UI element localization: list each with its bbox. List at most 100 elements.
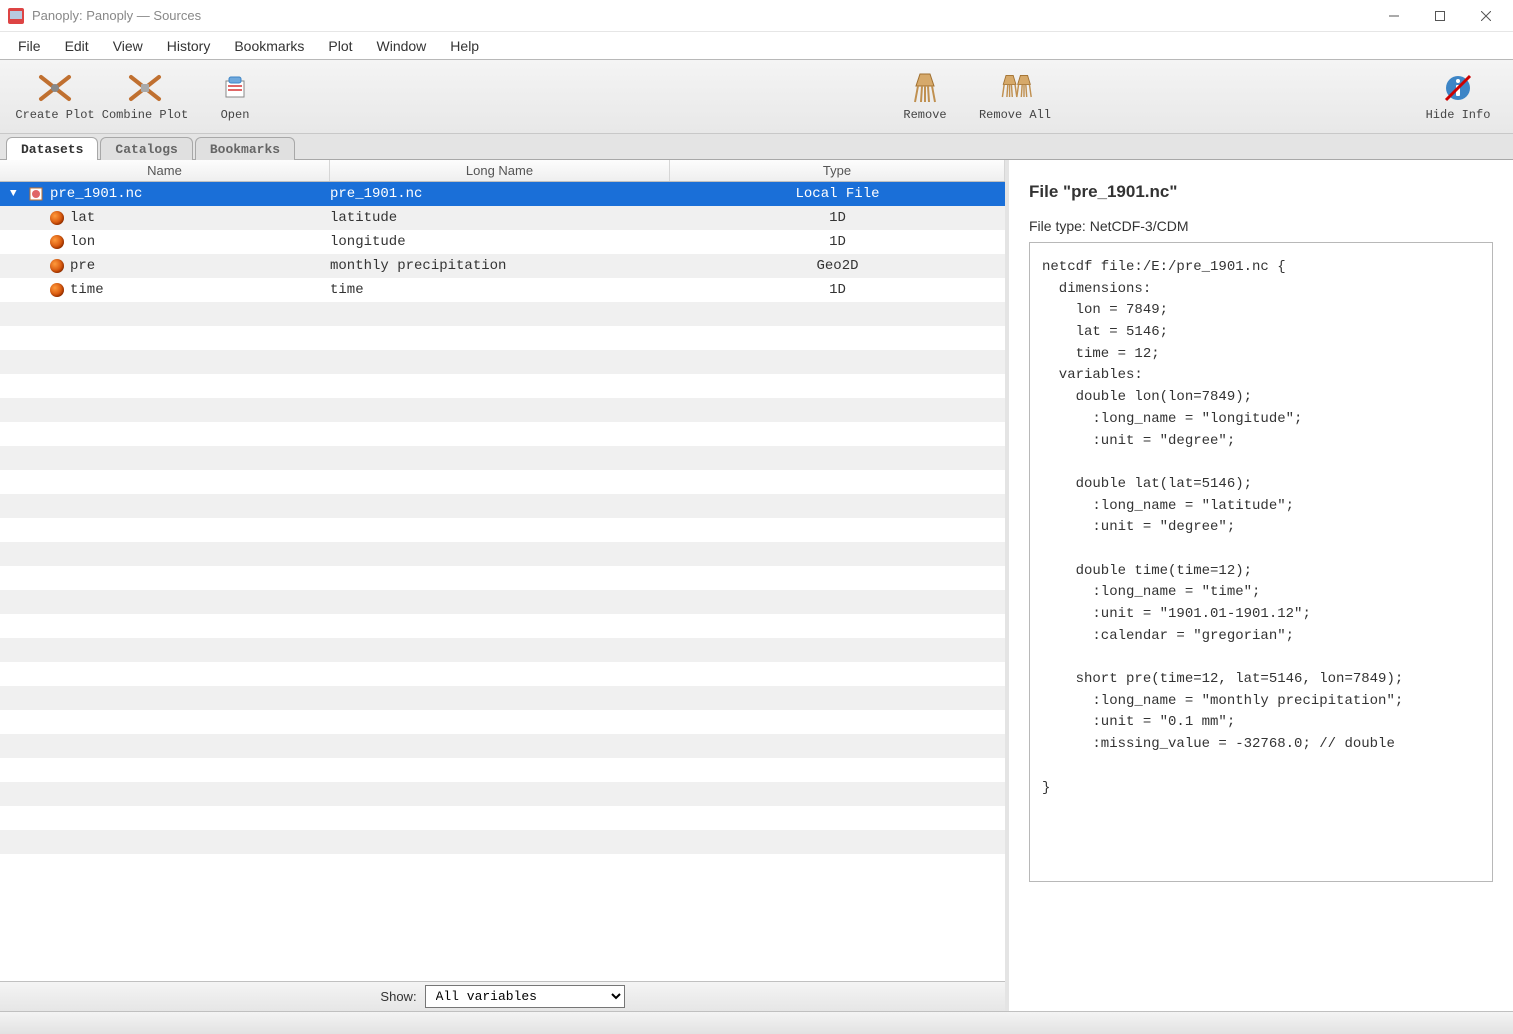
remove-all-icon bbox=[997, 72, 1033, 104]
remove-all-button[interactable]: Remove All bbox=[970, 72, 1060, 122]
file-type-line: File type: NetCDF-3/CDM bbox=[1029, 218, 1493, 234]
close-button[interactable] bbox=[1463, 0, 1509, 32]
row-long-name: monthly precipitation bbox=[330, 258, 670, 274]
table-row bbox=[0, 662, 1005, 686]
menu-help[interactable]: Help bbox=[438, 34, 491, 58]
file-type-label: File type: bbox=[1029, 218, 1090, 234]
table-row bbox=[0, 686, 1005, 710]
column-type[interactable]: Type bbox=[670, 160, 1005, 181]
tree-expand-icon[interactable]: ▼ bbox=[10, 188, 22, 200]
remove-label: Remove bbox=[903, 108, 946, 122]
maximize-button[interactable] bbox=[1417, 0, 1463, 32]
create-plot-button[interactable]: Create Plot bbox=[10, 72, 100, 122]
open-button[interactable]: Open bbox=[190, 72, 280, 122]
table-row bbox=[0, 374, 1005, 398]
row-type: 1D bbox=[670, 234, 1005, 250]
row-long-name: pre_1901.nc bbox=[330, 186, 670, 202]
menu-edit[interactable]: Edit bbox=[53, 34, 101, 58]
column-long-name[interactable]: Long Name bbox=[330, 160, 670, 181]
table-row bbox=[0, 542, 1005, 566]
table-row bbox=[0, 566, 1005, 590]
row-long-name: longitude bbox=[330, 234, 670, 250]
table-row bbox=[0, 614, 1005, 638]
menu-view[interactable]: View bbox=[101, 34, 155, 58]
row-name: lon bbox=[70, 234, 95, 250]
row-name: pre_1901.nc bbox=[50, 186, 142, 202]
table-row bbox=[0, 590, 1005, 614]
info-pane: File "pre_1901.nc" File type: NetCDF-3/C… bbox=[1009, 160, 1513, 1011]
cdl-dump[interactable]: netcdf file:/E:/pre_1901.nc { dimensions… bbox=[1029, 242, 1493, 882]
combine-plot-label: Combine Plot bbox=[102, 108, 188, 122]
row-type: 1D bbox=[670, 210, 1005, 226]
menu-window[interactable]: Window bbox=[365, 34, 439, 58]
table-row bbox=[0, 806, 1005, 830]
row-long-name: latitude bbox=[330, 210, 670, 226]
combine-plot-button[interactable]: Combine Plot bbox=[100, 72, 190, 122]
table-row[interactable]: timetime1D bbox=[0, 278, 1005, 302]
window-title: Panoply: Panoply — Sources bbox=[32, 8, 201, 23]
table-row[interactable]: ▼pre_1901.ncpre_1901.ncLocal File bbox=[0, 182, 1005, 206]
datasets-pane: Name Long Name Type ▼ pre_1901.nc pre_1901… bbox=[0, 160, 1009, 1011]
titlebar: Panoply: Panoply — Sources bbox=[0, 0, 1513, 32]
file-type-value: NetCDF-3/CDM bbox=[1090, 218, 1189, 234]
variable-icon bbox=[50, 283, 64, 297]
table-row bbox=[0, 302, 1005, 326]
file-icon bbox=[28, 186, 44, 202]
show-label: Show: bbox=[380, 989, 416, 1004]
remove-button[interactable]: Remove bbox=[880, 72, 970, 122]
table-row bbox=[0, 350, 1005, 374]
remove-all-label: Remove All bbox=[979, 108, 1051, 122]
app-icon bbox=[8, 8, 24, 24]
row-name: time bbox=[70, 282, 104, 298]
row-type: Local File bbox=[670, 186, 1005, 202]
tab-bookmarks[interactable]: Bookmarks bbox=[195, 137, 295, 160]
statusbar bbox=[0, 1011, 1513, 1034]
tab-row: Datasets Catalogs Bookmarks bbox=[0, 134, 1513, 160]
remove-icon bbox=[907, 72, 943, 104]
table-row[interactable]: lon longitude1D bbox=[0, 230, 1005, 254]
create-plot-label: Create Plot bbox=[15, 108, 94, 122]
create-plot-icon bbox=[37, 72, 73, 104]
table-row[interactable]: pre monthly precipitationGeo2D bbox=[0, 254, 1005, 278]
table-row bbox=[0, 518, 1005, 542]
table-row bbox=[0, 422, 1005, 446]
open-icon bbox=[217, 72, 253, 104]
show-select[interactable]: All variables bbox=[425, 985, 625, 1008]
hide-info-button[interactable]: Hide Info bbox=[1413, 72, 1503, 122]
info-heading: File "pre_1901.nc" bbox=[1029, 182, 1493, 202]
row-type: 1D bbox=[670, 282, 1005, 298]
tab-catalogs[interactable]: Catalogs bbox=[100, 137, 192, 160]
table-row bbox=[0, 494, 1005, 518]
menu-history[interactable]: History bbox=[155, 34, 223, 58]
combine-plot-icon bbox=[127, 72, 163, 104]
table-row bbox=[0, 638, 1005, 662]
table-row bbox=[0, 710, 1005, 734]
table-row bbox=[0, 830, 1005, 854]
column-name[interactable]: Name bbox=[0, 160, 330, 181]
menu-bookmarks[interactable]: Bookmarks bbox=[222, 34, 316, 58]
variable-icon bbox=[50, 259, 64, 273]
hide-info-icon bbox=[1440, 72, 1476, 104]
tab-datasets[interactable]: Datasets bbox=[6, 137, 98, 160]
menu-plot[interactable]: Plot bbox=[316, 34, 364, 58]
row-name: pre bbox=[70, 258, 95, 274]
table-body[interactable]: ▼pre_1901.ncpre_1901.ncLocal Filelatlati… bbox=[0, 182, 1005, 981]
open-label: Open bbox=[221, 108, 250, 122]
table-row[interactable]: lat latitude1D bbox=[0, 206, 1005, 230]
hide-info-label: Hide Info bbox=[1426, 108, 1491, 122]
row-long-name: time bbox=[330, 282, 670, 298]
show-bar: Show: All variables bbox=[0, 981, 1005, 1011]
row-type: Geo2D bbox=[670, 258, 1005, 274]
variable-icon bbox=[50, 235, 64, 249]
table-header: Name Long Name Type bbox=[0, 160, 1005, 182]
table-row bbox=[0, 758, 1005, 782]
variable-icon bbox=[50, 211, 64, 225]
menubar: File Edit View History Bookmarks Plot Wi… bbox=[0, 32, 1513, 60]
row-name: lat bbox=[70, 210, 95, 226]
menu-file[interactable]: File bbox=[6, 34, 53, 58]
table-row bbox=[0, 446, 1005, 470]
toolbar: Create Plot Combine Plot Open Remove bbox=[0, 60, 1513, 134]
table-row bbox=[0, 398, 1005, 422]
table-row bbox=[0, 326, 1005, 350]
minimize-button[interactable] bbox=[1371, 0, 1417, 32]
